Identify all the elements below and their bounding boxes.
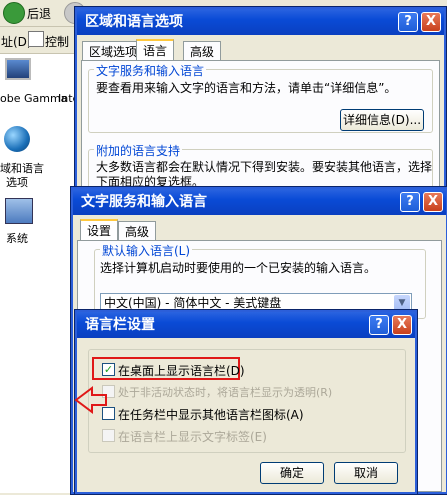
language-bar-titlebar: 语言栏设置 ? X bbox=[77, 312, 415, 338]
ok-button[interactable]: 确定 bbox=[260, 462, 324, 484]
tab-advanced[interactable]: 高级 bbox=[118, 221, 157, 241]
region-window-titlebar: 区域和语言选项 ? X bbox=[77, 9, 444, 35]
close-button[interactable]: X bbox=[392, 315, 412, 335]
show-langbar-label[interactable]: 在桌面上显示语言栏(D) bbox=[118, 362, 245, 379]
desktop-icon-label: 系统 bbox=[6, 232, 28, 245]
help-button[interactable]: ? bbox=[398, 12, 418, 32]
address-value[interactable]: 控制 bbox=[45, 33, 69, 50]
language-bar-title: 语言栏设置 bbox=[85, 317, 155, 333]
red-arrow-icon bbox=[74, 386, 107, 414]
transparent-label: 处于非活动状态时，将语言栏显示为透明(R) bbox=[118, 386, 333, 399]
cancel-button[interactable]: 取消 bbox=[334, 462, 398, 484]
control-panel-icon bbox=[28, 31, 44, 47]
text-services-desc: 要查看用来输入文字的语言和方法，请单击“详细信息”。 bbox=[96, 81, 397, 95]
text-services-titlebar: 文字服务和输入语言 ? X bbox=[73, 189, 446, 215]
back-arrow-icon[interactable] bbox=[3, 2, 25, 24]
back-label[interactable]: 后退 bbox=[27, 5, 51, 22]
text-labels-label: 在语言栏上显示文字标签(E) bbox=[118, 430, 267, 444]
tab-languages[interactable]: 语言 bbox=[136, 39, 175, 61]
close-button[interactable]: X bbox=[421, 12, 441, 32]
tab-settings[interactable]: 设置 bbox=[80, 219, 119, 241]
globe-icon[interactable] bbox=[4, 126, 30, 152]
region-window-title: 区域和语言选项 bbox=[85, 14, 183, 30]
text-labels-checkbox[interactable] bbox=[102, 429, 115, 442]
text-services-group-title: 文字服务和输入语言 bbox=[94, 62, 207, 79]
help-button[interactable]: ? bbox=[369, 315, 389, 335]
tab-advanced[interactable]: 高级 bbox=[183, 41, 222, 61]
default-input-language-desc: 选择计算机启动时要使用的一个已安装的输入语言。 bbox=[100, 261, 377, 275]
taskbar-icons-label[interactable]: 在任务栏中显示其他语言栏图标(A) bbox=[118, 406, 304, 423]
help-button[interactable]: ? bbox=[400, 192, 420, 212]
close-button[interactable]: X bbox=[423, 192, 443, 212]
desktop-icon-label: 选项 bbox=[6, 176, 28, 189]
combo-value: 中文(中国) - 简体中文 - 美式键盘 bbox=[104, 296, 282, 310]
monitor-icon[interactable] bbox=[5, 58, 31, 80]
tab-region-options[interactable]: 区域选项 bbox=[82, 41, 145, 61]
show-langbar-checkbox[interactable]: ✓ bbox=[102, 363, 115, 376]
additional-language-group-title: 附加的语言支持 bbox=[94, 142, 183, 159]
text-services-title: 文字服务和输入语言 bbox=[81, 194, 207, 210]
language-bar-dialog: 语言栏设置 ? X ✓ 在桌面上显示语言栏(D) 处于非活动状态时，将语言栏显示… bbox=[74, 309, 418, 495]
system-icon[interactable] bbox=[5, 198, 33, 224]
default-input-language-title: 默认输入语言(L) bbox=[100, 242, 193, 259]
details-button[interactable]: 详细信息(D)... bbox=[340, 109, 424, 131]
